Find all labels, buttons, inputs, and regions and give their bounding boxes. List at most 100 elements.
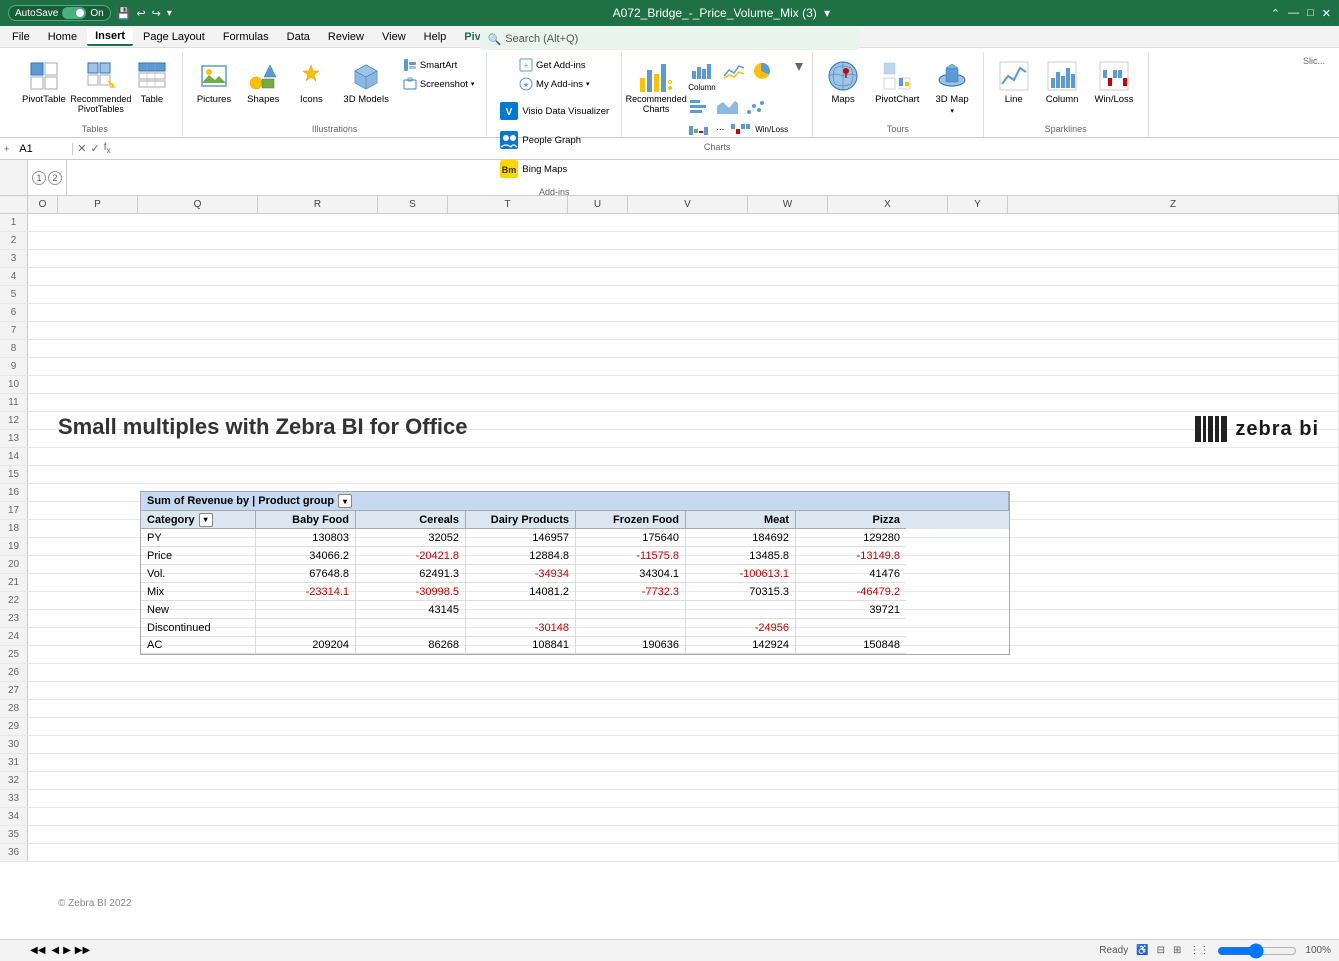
window-maximize-icon[interactable]: □ [1307,7,1314,19]
sheet-title: Small multiples with Zebra BI for Office [58,414,468,440]
view-pagebreak-icon[interactable]: ⋮⋮ [1189,945,1209,956]
cell-1[interactable] [28,214,1339,231]
my-addins-dropdown[interactable]: ▾ [586,80,590,88]
get-addins-button[interactable]: + Get Add-ins [515,56,594,74]
waterfall-button[interactable] [686,120,712,138]
table-button[interactable]: Table [130,56,174,120]
insert-function-icon[interactable]: fx [104,142,111,155]
col-Z[interactable]: Z [1008,196,1339,213]
cell-3[interactable] [28,250,1339,267]
pivottable-button[interactable]: PivotTable [16,56,72,120]
view-layout-icon[interactable]: ⊞ [1173,945,1181,956]
bar-chart-button[interactable] [686,96,712,118]
col-T[interactable]: T [448,196,568,213]
window-close-icon[interactable]: ✕ [1322,7,1331,20]
cell-4[interactable] [28,268,1339,285]
col-U[interactable]: U [568,196,628,213]
menu-view[interactable]: View [374,29,414,45]
win-loss-button[interactable]: Win/Loss [728,120,790,138]
col-S[interactable]: S [378,196,448,213]
menu-help[interactable]: Help [416,29,455,45]
cell-9[interactable] [28,358,1339,375]
pivot-header-label: Sum of Revenue by | Product group ▾ [141,492,1009,510]
col-W[interactable]: W [748,196,828,213]
menu-page-layout[interactable]: Page Layout [135,29,213,45]
menu-review[interactable]: Review [320,29,372,45]
sheet-nav-prev[interactable]: ◀◀ [28,945,47,956]
sheet-nav-right[interactable]: ▶ [63,945,71,956]
cell-5[interactable] [28,286,1339,303]
line-chart-button[interactable] [720,60,746,94]
recommended-charts-button[interactable]: Recommended Charts [630,56,682,120]
pivot-filter-button[interactable]: ▾ [338,494,352,508]
col-Y[interactable]: Y [948,196,1008,213]
save-icon[interactable]: 💾 [117,7,131,20]
redo-icon[interactable]: ↪ [152,7,161,20]
autosave-toggle[interactable] [62,7,86,19]
cell-8[interactable] [28,340,1339,357]
confirm-formula-icon[interactable]: ✓ [90,142,99,155]
line-sparkline-button[interactable]: Line [992,56,1036,120]
slice-button[interactable]: Slic... [1297,52,1331,116]
column-chart-button[interactable]: Column [686,60,718,94]
3d-models-button[interactable]: 3D Models [337,56,394,120]
area-chart-button[interactable] [714,96,740,118]
autosave-badge[interactable]: AutoSave On [8,5,111,21]
col-O[interactable]: O [28,196,58,213]
window-minimize-icon[interactable]: — [1288,7,1299,19]
more-charts-button[interactable]: ⋯ [714,120,726,138]
cell-10[interactable] [28,376,1339,393]
maps-button[interactable]: Maps [821,56,865,120]
visio-button[interactable]: V Visio Data Visualizer [495,97,613,125]
category-filter-button[interactable]: ▾ [199,513,213,527]
sheet-nav-left[interactable]: ◀ [51,945,59,956]
cell-reference[interactable]: A1 [13,143,73,155]
undo-icon[interactable]: ↩ [136,7,145,20]
pie-chart-button[interactable] [748,60,774,94]
customize-icon[interactable]: ▾ [167,8,172,19]
col-V[interactable]: V [628,196,748,213]
title-dropdown-icon[interactable]: ▾ [824,6,830,20]
level-2-button[interactable]: 2 [48,171,62,185]
cancel-formula-icon[interactable]: ✕ [77,142,86,155]
icons-button[interactable]: Icons [289,56,333,120]
col-P[interactable]: P [58,196,138,213]
view-normal-icon[interactable]: ⊟ [1157,945,1165,956]
expand-rows-icon[interactable]: + [4,144,9,154]
cell-2[interactable] [28,232,1339,249]
col-R[interactable]: R [258,196,378,213]
3d-map-dropdown[interactable]: ▾ [950,107,954,115]
search-bar[interactable]: 🔍 Search (Alt+Q) [480,28,860,50]
zebra-bi-text: zebra bi [1235,418,1319,441]
win-loss-sparkline-button[interactable]: Win/Loss [1088,56,1139,120]
menu-insert[interactable]: Insert [87,28,133,46]
3d-map-button[interactable]: 3D Map ▾ [929,56,974,120]
cell-11[interactable] [28,394,1339,411]
level-1-button[interactable]: 1 [32,171,46,185]
zoom-slider[interactable] [1217,945,1297,957]
scatter-chart-button[interactable] [742,96,768,118]
pivotchart-button[interactable]: PivotChart [869,56,925,120]
people-graph-button[interactable]: People Graph [495,126,613,154]
ribbon-collapse-icon[interactable]: ⌃ [1271,7,1280,20]
screenshot-dropdown-icon[interactable]: ▾ [471,80,475,88]
pictures-button[interactable]: Pictures [191,56,237,120]
screenshot-button[interactable]: Screenshot ▾ [399,75,479,93]
cell-7[interactable] [28,322,1339,339]
menu-data[interactable]: Data [279,29,318,45]
col-X[interactable]: X [828,196,948,213]
menu-home[interactable]: Home [40,29,85,45]
accessibility-icon[interactable]: ♿ [1136,945,1148,956]
col-Q[interactable]: Q [138,196,258,213]
cell-6[interactable] [28,304,1339,321]
recommended-pivottables-button[interactable]: Recommended PivotTables [76,56,126,120]
shapes-button[interactable]: Shapes [241,56,285,120]
menu-formulas[interactable]: Formulas [215,29,277,45]
col-category[interactable]: Category ▾ [141,511,256,529]
menu-file[interactable]: File [4,29,38,45]
column-sparkline-button[interactable]: Column [1040,56,1085,120]
smartart-button[interactable]: SmartArt [399,56,479,74]
charts-expand-button[interactable] [794,58,804,72]
sheet-nav-next[interactable]: ▶▶ [75,945,90,956]
my-addins-button[interactable]: ★ My Add-ins ▾ [515,75,594,93]
